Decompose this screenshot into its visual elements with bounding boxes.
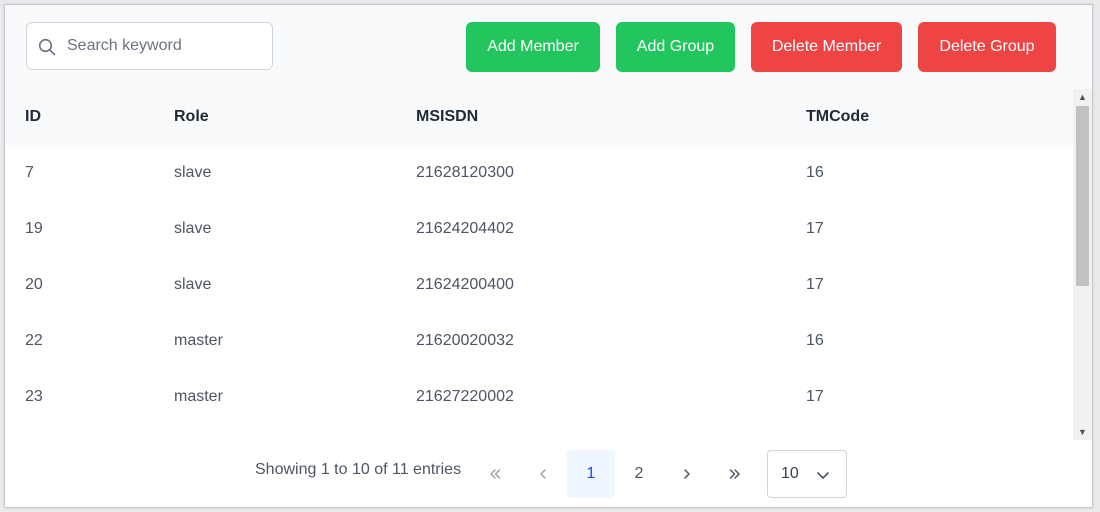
add-group-button[interactable]: Add Group xyxy=(616,22,735,72)
cell-tmcode: 17 xyxy=(806,276,824,293)
add-member-button[interactable]: Add Member xyxy=(466,22,600,72)
first-page-button[interactable] xyxy=(471,450,519,498)
cell-tmcode: 17 xyxy=(806,220,824,237)
cell-msisdn: 21627220002 xyxy=(416,388,514,405)
cell-msisdn: 21624204402 xyxy=(416,220,514,237)
table-scrollbar[interactable]: ▲ ▼ xyxy=(1073,89,1092,440)
search-input[interactable] xyxy=(67,23,267,69)
chevron-down-icon xyxy=(817,472,829,479)
chevron-right-icon xyxy=(684,469,690,479)
cell-id: 19 xyxy=(25,220,43,237)
search-box[interactable] xyxy=(26,22,273,70)
cell-msisdn: 21624200400 xyxy=(416,276,514,293)
cell-id: 7 xyxy=(25,164,34,181)
pagination: Showing 1 to 10 of 11 entries 1 2 10 xyxy=(5,440,1092,507)
last-page-button[interactable] xyxy=(711,450,759,498)
column-header-role[interactable]: Role xyxy=(174,89,209,145)
cell-role: slave xyxy=(174,220,212,237)
cell-tmcode: 16 xyxy=(806,164,824,181)
page-size-value: 10 xyxy=(781,465,799,482)
scroll-thumb[interactable] xyxy=(1076,106,1089,286)
cell-tmcode: 16 xyxy=(806,332,824,349)
pagination-info: Showing 1 to 10 of 11 entries xyxy=(255,461,462,478)
cell-role: slave xyxy=(174,276,212,293)
scroll-down-arrow-icon[interactable]: ▼ xyxy=(1073,424,1092,440)
cell-msisdn: 21628120300 xyxy=(416,164,514,181)
column-header-tmcode[interactable]: TMCode xyxy=(806,89,869,145)
next-page-button[interactable] xyxy=(663,450,711,498)
table-row[interactable]: 20 slave 21624200400 17 xyxy=(5,257,1073,313)
table-row[interactable]: 23 master 21627220002 17 xyxy=(5,369,1073,425)
cell-id: 20 xyxy=(25,276,43,293)
table-header: ID Role MSISDN TMCode xyxy=(5,89,1073,145)
members-table: ID Role MSISDN TMCode 7 slave 2162812030… xyxy=(5,89,1092,440)
cell-msisdn: 21620020032 xyxy=(416,332,514,349)
chevrons-right-icon xyxy=(729,469,740,479)
cell-id: 23 xyxy=(25,388,43,405)
column-header-id[interactable]: ID xyxy=(25,89,41,145)
delete-group-button[interactable]: Delete Group xyxy=(918,22,1056,72)
cell-role: master xyxy=(174,388,223,405)
search-icon xyxy=(38,38,56,56)
table-row[interactable]: 22 master 21620020032 16 xyxy=(5,313,1073,369)
page-button-1[interactable]: 1 xyxy=(567,450,615,498)
cell-role: master xyxy=(174,332,223,349)
page-size-select[interactable]: 10 xyxy=(767,450,847,498)
page-button-2[interactable]: 2 xyxy=(615,450,663,498)
chevron-left-icon xyxy=(540,469,546,479)
prev-page-button[interactable] xyxy=(519,450,567,498)
members-panel: Add Member Add Group Delete Member Delet… xyxy=(4,4,1093,508)
table-row[interactable]: 19 slave 21624204402 17 xyxy=(5,201,1073,257)
cell-tmcode: 17 xyxy=(806,388,824,405)
cell-role: slave xyxy=(174,164,212,181)
column-header-msisdn[interactable]: MSISDN xyxy=(416,89,478,145)
chevrons-left-icon xyxy=(490,469,501,479)
table-row[interactable]: 7 slave 21628120300 16 xyxy=(5,145,1073,201)
delete-member-button[interactable]: Delete Member xyxy=(751,22,902,72)
toolbar: Add Member Add Group Delete Member Delet… xyxy=(5,5,1092,90)
cell-id: 22 xyxy=(25,332,43,349)
scroll-up-arrow-icon[interactable]: ▲ xyxy=(1073,89,1092,105)
